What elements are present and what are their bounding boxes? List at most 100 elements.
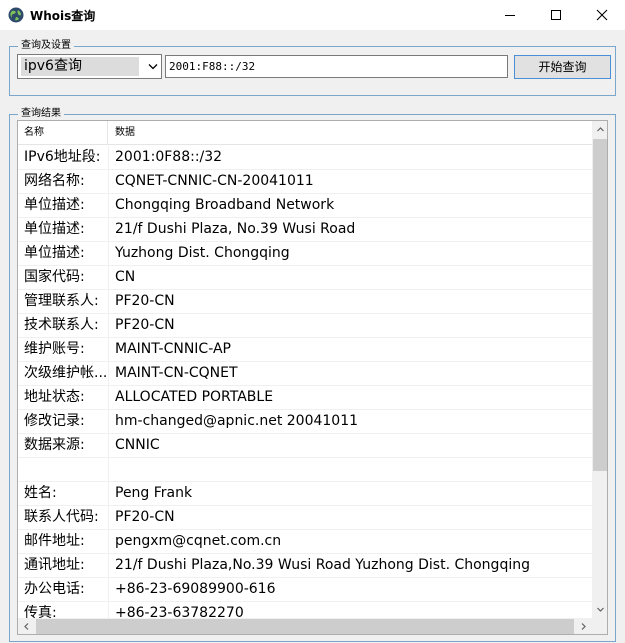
list-header: 名称 数据 <box>18 121 592 145</box>
row-field-value: CQNET-CNNIC-CN-20041011 <box>115 173 314 189</box>
row-field-value: CN <box>115 269 136 285</box>
row-field-value: PF20-CN <box>115 293 175 309</box>
column-divider <box>108 242 109 266</box>
column-divider <box>108 506 109 530</box>
row-field-name: 管理联系人: <box>24 293 99 309</box>
column-divider <box>108 554 109 578</box>
chevron-left-icon <box>24 623 29 630</box>
column-divider <box>108 218 109 242</box>
column-divider <box>108 482 109 506</box>
table-row[interactable]: 单位描述: Yuzhong Dist. Chongqing <box>18 242 592 266</box>
row-field-value: ALLOCATED PORTABLE <box>115 389 274 405</box>
scroll-right-button[interactable] <box>575 618 592 634</box>
column-divider <box>108 170 109 194</box>
row-field-name: 地址状态: <box>24 389 85 405</box>
chevron-right-icon <box>581 623 586 630</box>
query-type-value: ipv6查询 <box>21 57 139 76</box>
table-row[interactable] <box>18 458 592 482</box>
row-field-name: 数据来源: <box>24 437 85 453</box>
row-field-name: 邮件地址: <box>24 533 85 549</box>
row-field-value: Peng Frank <box>115 485 193 501</box>
column-header-name[interactable]: 名称 <box>18 121 108 145</box>
column-divider <box>108 362 109 386</box>
row-field-name: 办公电话: <box>24 581 85 597</box>
table-row[interactable]: 技术联系人: PF20-CN <box>18 314 592 338</box>
table-row[interactable]: IPv6地址段: 2001:0F88::/32 <box>18 146 592 170</box>
scroll-down-button[interactable] <box>592 601 607 618</box>
row-field-value: Yuzhong Dist. Chongqing <box>115 245 290 261</box>
row-field-name: 维护账号: <box>24 341 85 357</box>
column-divider <box>108 434 109 458</box>
maximize-icon <box>551 10 561 20</box>
minimize-button[interactable] <box>487 0 533 30</box>
row-field-value: PF20-CN <box>115 317 175 333</box>
row-field-name: 技术联系人: <box>24 317 99 333</box>
table-row[interactable]: 数据来源: CNNIC <box>18 434 592 458</box>
result-rows: IPv6地址段: 2001:0F88::/32网络名称: CQNET-CNNIC-C… <box>18 146 592 626</box>
row-field-value: 21/f Dushi Plaza, No.39 Wusi Road <box>115 221 356 237</box>
row-field-name: 单位描述: <box>24 245 85 261</box>
scroll-up-button[interactable] <box>592 121 607 138</box>
row-field-name: 国家代码: <box>24 269 85 285</box>
vertical-scrollbar[interactable] <box>592 121 607 618</box>
table-row[interactable]: 修改记录: hm-changed@apnic.net 20041011 <box>18 410 592 434</box>
horizontal-scrollbar[interactable] <box>18 618 592 634</box>
results-list[interactable]: 名称 数据 IPv6地址段: 2001:0F88::/32网络名称: CQNET-C… <box>17 120 608 635</box>
globe-icon <box>8 7 24 23</box>
table-row[interactable]: 姓名: Peng Frank <box>18 482 592 506</box>
maximize-button[interactable] <box>533 0 579 30</box>
column-header-data[interactable]: 数据 <box>109 121 592 145</box>
row-field-value: MAINT-CN-CQNET <box>115 365 238 381</box>
column-divider <box>108 386 109 410</box>
horizontal-scroll-thumb[interactable] <box>36 619 574 634</box>
column-divider <box>108 146 109 170</box>
query-input[interactable]: 2001:F88::/32 <box>165 55 508 78</box>
row-field-name: 单位描述: <box>24 221 85 237</box>
chevron-up-icon <box>597 127 604 132</box>
row-field-value: PF20-CN <box>115 509 175 525</box>
results-group: 查询结果 名称 数据 IPv6地址段: 2001:0F88::/32网络名称: CQ… <box>9 108 616 642</box>
start-query-button[interactable]: 开始查询 <box>514 55 611 79</box>
scroll-left-button[interactable] <box>18 618 35 634</box>
table-row[interactable]: 地址状态: ALLOCATED PORTABLE <box>18 386 592 410</box>
table-row[interactable]: 管理联系人: PF20-CN <box>18 290 592 314</box>
table-row[interactable]: 国家代码: CN <box>18 266 592 290</box>
results-group-label: 查询结果 <box>18 108 64 120</box>
column-divider <box>108 578 109 602</box>
row-field-name: 单位描述: <box>24 197 85 213</box>
row-field-value: MAINT-CNNIC-AP <box>115 341 231 357</box>
minimize-icon <box>505 15 515 16</box>
row-field-name: IPv6地址段: <box>24 149 101 165</box>
row-field-name: 通讯地址: <box>24 557 85 573</box>
row-field-value: hm-changed@apnic.net 20041011 <box>115 413 359 429</box>
column-divider <box>108 194 109 218</box>
vertical-scroll-thumb[interactable] <box>593 139 607 471</box>
table-row[interactable]: 单位描述: Chongqing Broadband Network <box>18 194 592 218</box>
column-divider <box>108 458 109 482</box>
column-divider <box>108 290 109 314</box>
table-row[interactable]: 维护账号: MAINT-CNNIC-AP <box>18 338 592 362</box>
chevron-down-icon <box>148 64 158 70</box>
close-button[interactable] <box>579 0 625 30</box>
table-row[interactable]: 网络名称: CQNET-CNNIC-CN-20041011 <box>18 170 592 194</box>
table-row[interactable]: 次级维护帐... MAINT-CN-CQNET <box>18 362 592 386</box>
table-row[interactable]: 联系人代码: PF20-CN <box>18 506 592 530</box>
title-bar[interactable]: Whois查询 <box>0 0 625 30</box>
column-divider <box>108 410 109 434</box>
row-field-value: Chongqing Broadband Network <box>115 197 335 213</box>
scroll-corner <box>592 618 607 634</box>
table-row[interactable]: 办公电话: +86-23-69089900-616 <box>18 578 592 602</box>
close-icon <box>596 9 608 21</box>
query-type-select[interactable]: ipv6查询 <box>17 54 162 79</box>
table-row[interactable]: 通讯地址: 21/f Dushi Plaza,No.39 Wusi Road Yu… <box>18 554 592 578</box>
settings-group-label: 查询及设置 <box>18 40 74 52</box>
row-field-value: pengxm@cqnet.com.cn <box>115 533 282 549</box>
row-field-name: 姓名: <box>24 485 57 501</box>
row-field-value: CNNIC <box>115 437 160 453</box>
table-row[interactable]: 单位描述: 21/f Dushi Plaza, No.39 Wusi Road <box>18 218 592 242</box>
column-divider <box>108 530 109 554</box>
table-row[interactable]: 邮件地址: pengxm@cqnet.com.cn <box>18 530 592 554</box>
row-field-name: 网络名称: <box>24 173 85 189</box>
column-divider <box>108 266 109 290</box>
chevron-down-icon <box>597 607 604 612</box>
